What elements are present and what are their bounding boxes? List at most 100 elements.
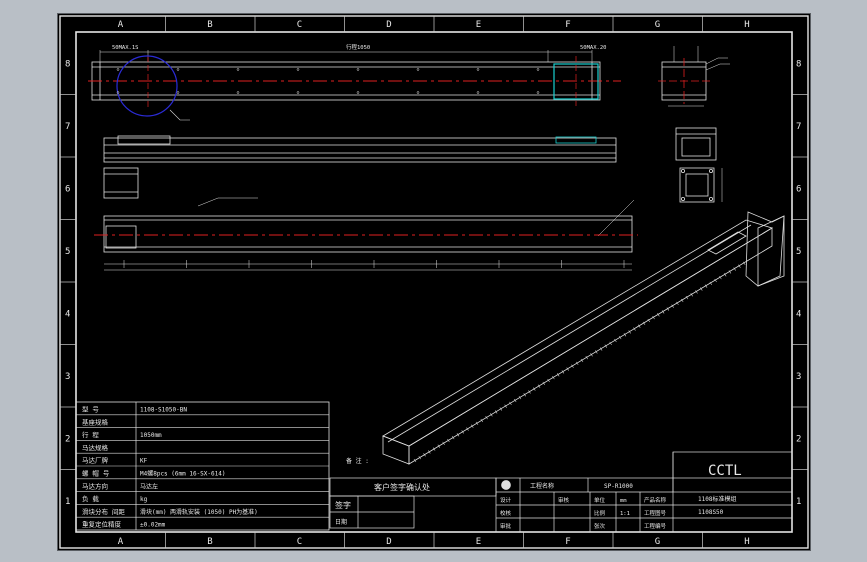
front-view — [103, 135, 617, 199]
zone-column-label: C — [297, 20, 302, 30]
spec-table: 型 号 1108-S1050-BN 基座规格行 程 1050mm 马达规格马达厂牌 KF 螺… — [75, 401, 330, 531]
date-label: 日期 — [335, 518, 347, 526]
zone-row-label: 1 — [796, 497, 801, 507]
mounting-hole — [416, 68, 420, 71]
mounting-hole — [476, 68, 480, 71]
spec-label: 马达方向 — [82, 481, 108, 490]
spec-value: 马达左 — [140, 482, 158, 490]
mounting-hole — [356, 91, 360, 94]
mounting-hole — [116, 68, 120, 71]
zone-column-label: C — [297, 537, 302, 547]
title-block-rows: 设计 审核 单位 mm 产品名称校核 比例 1:1 工程图号审批 张次 工程编号 — [500, 496, 667, 530]
mounting-hole — [536, 68, 540, 71]
spec-value: kg — [140, 496, 148, 503]
spec-value: 1050mm — [140, 432, 162, 439]
title-block-cell: 单位 — [594, 496, 606, 504]
outer-frame — [59, 15, 809, 549]
spec-value: ±0.02mm — [140, 522, 166, 529]
zone-column-label: D — [386, 537, 391, 547]
title-block-cell: 1:1 — [620, 511, 630, 517]
zone-column-label: D — [386, 20, 391, 30]
zone-column-label: A — [118, 20, 124, 30]
zone-row-label: 5 — [65, 247, 70, 257]
approval-header: 客户签字确认处 — [374, 482, 430, 492]
zone-column-label: G — [655, 537, 660, 547]
title-block-cell: 设计 — [500, 496, 512, 504]
spec-label: 滑块分布 间距 — [82, 507, 125, 516]
spec-label: 重复定位精度 — [82, 520, 122, 529]
zone-column-label: E — [476, 537, 481, 547]
mounting-hole — [476, 91, 480, 94]
mounting-hole — [536, 91, 540, 94]
zone-row-label: 8 — [65, 59, 70, 69]
zone-row-label: 4 — [796, 309, 801, 319]
zone-column-label: F — [565, 537, 570, 547]
spec-label: 行 程 — [82, 430, 99, 439]
drawing-number: 1108S50 — [698, 509, 724, 516]
spec-label: 负 载 — [82, 494, 99, 503]
title-block-cell: 产品名称 — [644, 496, 667, 504]
sign-label: 签字 — [335, 500, 351, 510]
dim-left: 50MAX.1S — [112, 45, 139, 51]
dim-right: 50MAX.20 — [580, 45, 607, 51]
title-block-cell: mm — [620, 498, 627, 504]
spec-value: 1108-S1050-BN — [140, 407, 187, 414]
zone-column-label: B — [207, 537, 212, 547]
spec-label: 型 号 — [82, 405, 99, 414]
title-block-cell: 审核 — [558, 496, 570, 504]
zone-row-label: 2 — [65, 434, 70, 444]
detail-leader — [169, 109, 190, 121]
end-view-top — [661, 46, 730, 107]
mounting-hole — [176, 68, 180, 71]
title-block-cell: 比例 — [594, 509, 606, 517]
product-name: 1108标准模组 — [698, 495, 736, 503]
title-block-cell: 审批 — [500, 522, 512, 530]
mounting-hole — [176, 91, 180, 94]
detail-circle — [116, 55, 178, 117]
project-label: 工程名称 — [530, 482, 554, 490]
zone-column-label: B — [207, 20, 212, 30]
zone-column-label: F — [565, 20, 570, 30]
zone-row-label: 2 — [796, 434, 801, 444]
zone-column-label: E — [476, 20, 481, 30]
isometric-module — [382, 211, 785, 465]
title-block-cell: 张次 — [594, 522, 606, 530]
zone-row-label: 6 — [65, 184, 70, 194]
zone-row-label: 7 — [796, 122, 801, 132]
zone-markers: A A B B C C D D E E F F G G H H 8 8 7 7 6 6 5 5 4 4 3 3 2 2 1 1 — [60, 16, 808, 548]
zone-row-label: 3 — [796, 372, 801, 382]
mounting-hole — [296, 91, 300, 94]
spec-label: 马达厂牌 — [82, 456, 109, 465]
zone-column-label: H — [744, 20, 749, 30]
zone-row-label: 3 — [65, 372, 70, 382]
zone-column-label: H — [744, 537, 749, 547]
spec-label: 马达规格 — [82, 443, 109, 452]
zone-row-label: 4 — [65, 309, 70, 319]
spec-label: 螺 帽 号 — [82, 469, 110, 478]
spec-value: 滑块(mm) 两滑轨安装 (1050) PH为基准) — [140, 508, 258, 516]
mounting-hole — [356, 68, 360, 71]
drawing-sheet: A A B B C C D D E E F F G G H H 8 8 7 7 6 6 5 5 4 4 3 3 2 2 1 1 50MAX.1… — [57, 13, 811, 551]
zone-row-label: 1 — [65, 497, 70, 507]
mounting-hole — [236, 91, 240, 94]
mounting-hole — [236, 68, 240, 71]
zone-column-label: A — [118, 537, 124, 547]
zone-row-label: 7 — [65, 122, 70, 132]
spec-value: M4螺8pcs (6mm 16-SX-614) — [140, 470, 225, 478]
logo-text: CCTL — [708, 463, 742, 479]
note-label: 备 注 : — [346, 457, 369, 465]
bottom-view — [103, 197, 635, 271]
title-block-cell: 校核 — [500, 509, 512, 517]
title-block — [495, 451, 793, 533]
spec-value: KF — [140, 458, 148, 465]
title-block-cell: 工程编号 — [644, 522, 667, 530]
title-block-cell: 工程图号 — [644, 509, 667, 517]
inner-frame — [75, 31, 793, 533]
cad-drawing: A A B B C C D D E E F F G G H H 8 8 7 7 6 6 5 5 4 4 3 3 2 2 1 1 50MAX.1… — [59, 15, 809, 549]
mounting-hole — [416, 91, 420, 94]
dim-stroke: 行程1050 — [346, 43, 370, 51]
project-value: SP-R1000 — [604, 483, 633, 490]
zone-row-label: 6 — [796, 184, 801, 194]
spec-label: 基座规格 — [82, 417, 109, 426]
top-view — [91, 50, 601, 101]
